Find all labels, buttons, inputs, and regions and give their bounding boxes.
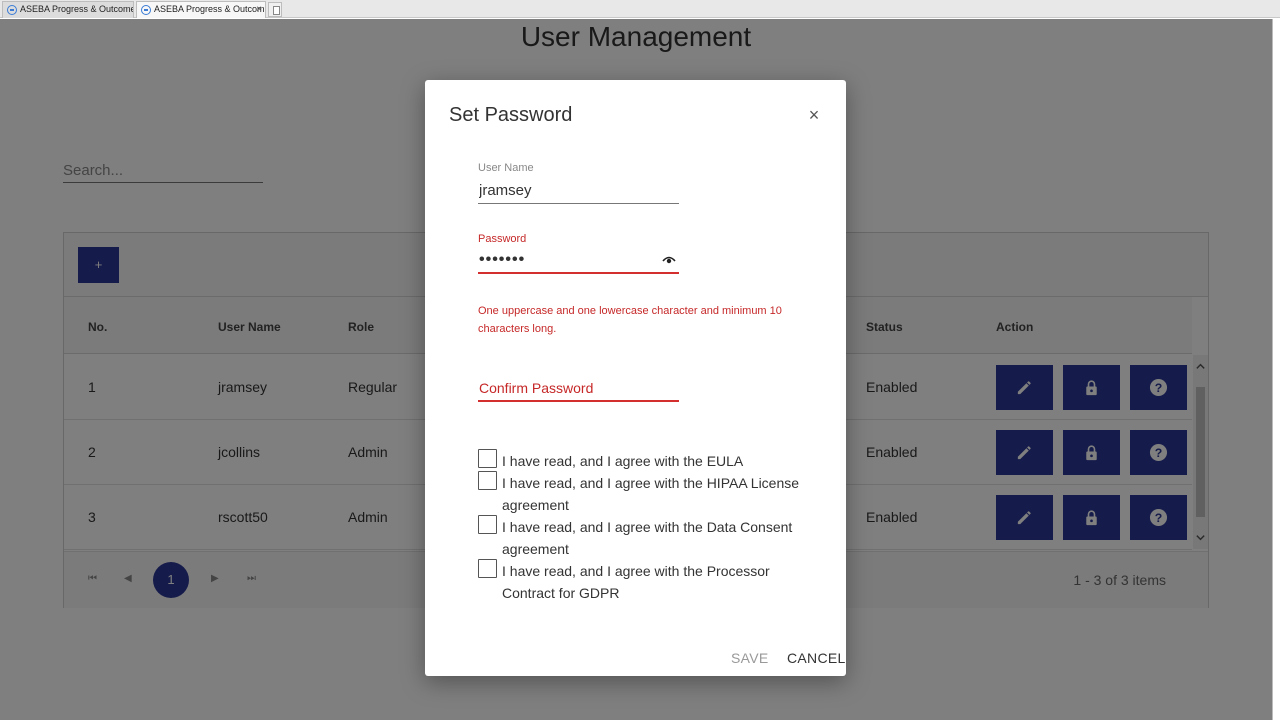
window-edge (1272, 19, 1280, 720)
browser-tab-1[interactable]: ASEBA Progress & Outcomes ... (2, 1, 134, 18)
eula-checkbox[interactable] (478, 449, 497, 468)
username-label: User Name (478, 162, 534, 174)
cancel-button[interactable]: CANCEL (787, 650, 846, 666)
eula-agreement-label: I have read, and I agree with the EULA (502, 453, 744, 469)
browser-tab-title: ASEBA Progress & Outcomes ... (20, 4, 133, 14)
new-tab-button[interactable] (268, 2, 282, 17)
hipaa-agreement-label: I have read, and I agree with the HIPAA … (502, 475, 800, 513)
ie-favicon-icon (7, 5, 17, 15)
browser-tab-strip: ASEBA Progress & Outcomes ... ASEBA Prog… (0, 0, 1280, 18)
ie-favicon-icon (141, 5, 151, 15)
browser-tab-2[interactable]: ASEBA Progress & Outcom... × (136, 1, 266, 18)
close-icon[interactable]: × (805, 106, 823, 124)
dialog-title: Set Password (449, 104, 573, 126)
data-consent-checkbox[interactable] (478, 515, 497, 534)
set-password-dialog: Set Password × User Name Password One up… (425, 80, 846, 676)
data-consent-agreement-label: I have read, and I agree with the Data C… (502, 519, 793, 557)
save-button[interactable]: SAVE (731, 650, 769, 666)
password-label: Password (478, 233, 527, 245)
tab-close-icon[interactable]: × (256, 2, 262, 17)
hipaa-checkbox[interactable] (478, 471, 497, 490)
username-field[interactable] (478, 178, 679, 204)
password-field[interactable] (478, 248, 679, 274)
password-error-message: One uppercase and one lowercase characte… (478, 305, 782, 335)
show-password-eye-icon[interactable] (662, 255, 676, 265)
browser-tab-title: ASEBA Progress & Outcom... (154, 4, 266, 14)
gdpr-agreement-label: I have read, and I agree with the Proces… (502, 563, 770, 601)
gdpr-checkbox[interactable] (478, 559, 497, 578)
confirm-password-field[interactable] (478, 376, 679, 402)
